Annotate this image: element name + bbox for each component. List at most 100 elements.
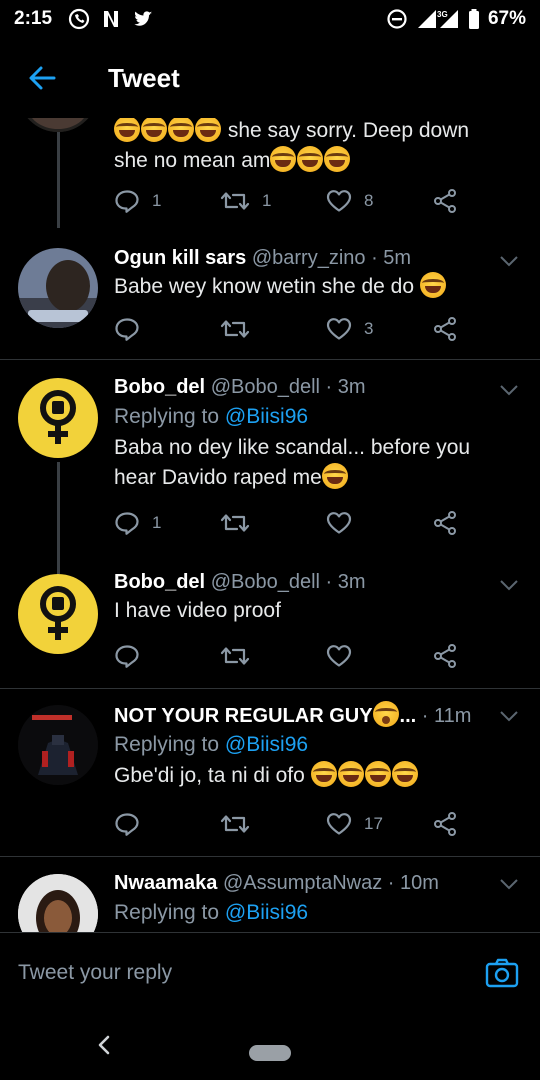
camera-button[interactable] — [482, 953, 522, 993]
camera-icon — [485, 958, 519, 987]
laughing-emoji-icon — [297, 146, 324, 172]
author-name: NOT YOUR REGULAR GUY — [114, 705, 373, 727]
mention-link[interactable]: @Biisi96 — [225, 901, 308, 924]
nav-back-button[interactable] — [92, 1030, 116, 1060]
retweet-button[interactable] — [220, 812, 326, 836]
back-button[interactable] — [0, 38, 84, 118]
share-icon — [434, 644, 456, 668]
retweet-button[interactable]: 1 — [220, 189, 326, 213]
tweet-author[interactable]: Ogun kill sars @barry_zino · 5m — [114, 244, 514, 272]
reply-button[interactable]: 1 — [114, 189, 220, 213]
share-button[interactable] — [432, 811, 470, 837]
tweet-item[interactable]: Ogun kill sars @barry_zino · 5m Babe wey… — [0, 238, 540, 360]
arrow-left-icon — [29, 66, 56, 90]
tweet-actions: 1 — [114, 508, 494, 538]
laughing-emoji-icon — [337, 761, 364, 787]
like-button[interactable]: 3 — [326, 317, 432, 341]
replying-to: Replying to @Biisi96 — [114, 901, 309, 924]
share-button[interactable] — [432, 188, 470, 214]
heart-icon — [326, 512, 352, 534]
tweet-feed[interactable]: she say sorry. Deep down she no mean am … — [0, 118, 540, 932]
avatar[interactable] — [18, 574, 98, 654]
retweet-icon — [220, 320, 250, 338]
retweet-button[interactable] — [220, 317, 326, 341]
share-icon — [434, 511, 456, 535]
feminist-symbol-icon — [40, 586, 76, 640]
tweet-item[interactable]: Bobo_del @Bobo_dell · 3m I have video pr… — [0, 556, 540, 689]
reply-button[interactable] — [114, 317, 220, 341]
divider — [0, 359, 540, 360]
author-name: Bobo_del — [114, 376, 206, 398]
retweet-icon — [220, 647, 250, 665]
reply-composer — [0, 932, 540, 1012]
tweet-item[interactable]: Nwaamaka @AssumptaNwaz · 10m Replying to… — [0, 857, 540, 932]
author-handle: @AssumptaNwaz · 10m — [222, 872, 439, 894]
laughing-emoji-icon — [270, 146, 297, 172]
reply-button[interactable] — [114, 812, 220, 836]
tweet-reply-input[interactable] — [18, 960, 482, 985]
svg-text:3G: 3G — [437, 10, 448, 19]
heart-icon — [326, 190, 352, 212]
author-handle: · 11m — [421, 705, 472, 727]
tweet-text: Baba no dey like scandal... before you h… — [114, 436, 471, 489]
author-handle: @barry_zino · 5m — [251, 247, 412, 269]
like-button[interactable]: 8 — [326, 189, 432, 213]
reply-icon — [115, 512, 139, 535]
tweet-author[interactable]: Nwaamaka @AssumptaNwaz · 10m — [114, 869, 514, 897]
retweet-icon — [220, 815, 250, 833]
tweet-author[interactable]: Bobo_del @Bobo_dell · 3m — [114, 568, 514, 596]
thread-line — [57, 132, 60, 228]
tweet-text: Babe wey know wetin she de do — [114, 272, 514, 302]
retweet-button[interactable] — [220, 644, 326, 668]
tweet-text: I have video proof — [114, 599, 281, 622]
laughing-emoji-icon — [419, 272, 446, 298]
tweet-actions — [114, 641, 494, 671]
tweet-text: she say sorry. Deep down she no mean am — [114, 118, 514, 176]
laughing-emoji-icon — [310, 761, 337, 787]
battery-icon — [468, 8, 480, 30]
like-button[interactable]: 17 — [326, 812, 432, 836]
tweet-item[interactable]: NOT YOUR REGULAR GUY... · 11m Replying t… — [0, 689, 540, 857]
author-handle: @Bobo_dell · 3m — [210, 376, 366, 398]
tweet-item[interactable]: Bobo_del @Bobo_dell · 3m Replying to @Bi… — [0, 361, 540, 556]
avatar[interactable] — [18, 378, 98, 458]
chevron-left-icon — [98, 1035, 110, 1055]
author-name: Ogun kill sars — [114, 247, 247, 269]
like-button[interactable] — [326, 511, 432, 535]
tweet-actions: 3 — [114, 314, 494, 344]
laughing-emoji-icon — [114, 118, 140, 142]
avatar[interactable] — [18, 118, 98, 132]
laughing-emoji-icon — [195, 118, 221, 142]
tweet-actions: 1 1 8 — [114, 186, 494, 216]
feminist-symbol-icon — [40, 390, 76, 444]
heart-icon — [326, 318, 352, 340]
share-button[interactable] — [432, 316, 470, 342]
battery-percent: 67% — [487, 8, 526, 29]
mention-link[interactable]: @Biisi96 — [225, 733, 308, 756]
tweet-author[interactable]: NOT YOUR REGULAR GUY... · 11m — [114, 701, 514, 729]
retweet-icon — [220, 514, 250, 532]
dnd-icon — [386, 8, 408, 30]
like-button[interactable] — [326, 644, 432, 668]
tweet-item[interactable]: she say sorry. Deep down she no mean am … — [0, 118, 540, 238]
retweet-button[interactable] — [220, 511, 326, 535]
author-name: Bobo_del — [114, 571, 206, 593]
replying-to: Replying to @Biisi96 — [114, 405, 309, 428]
laughing-emoji-icon — [321, 463, 348, 489]
tweet-author[interactable]: Bobo_del @Bobo_dell · 3m — [114, 373, 514, 401]
status-time: 2:15 — [14, 8, 53, 29]
avatar[interactable] — [18, 874, 98, 932]
nav-home-pill[interactable] — [249, 1045, 291, 1061]
reply-icon — [115, 318, 139, 341]
retweet-icon — [220, 192, 250, 210]
thread-line — [57, 462, 60, 556]
avatar[interactable] — [18, 705, 98, 785]
share-icon — [434, 812, 456, 836]
reply-button[interactable] — [114, 644, 220, 668]
signal-icon: 3G — [416, 8, 460, 30]
share-button[interactable] — [432, 643, 470, 669]
avatar[interactable] — [18, 248, 98, 328]
reply-button[interactable]: 1 — [114, 511, 220, 535]
mention-link[interactable]: @Biisi96 — [225, 405, 308, 428]
share-button[interactable] — [432, 510, 470, 536]
